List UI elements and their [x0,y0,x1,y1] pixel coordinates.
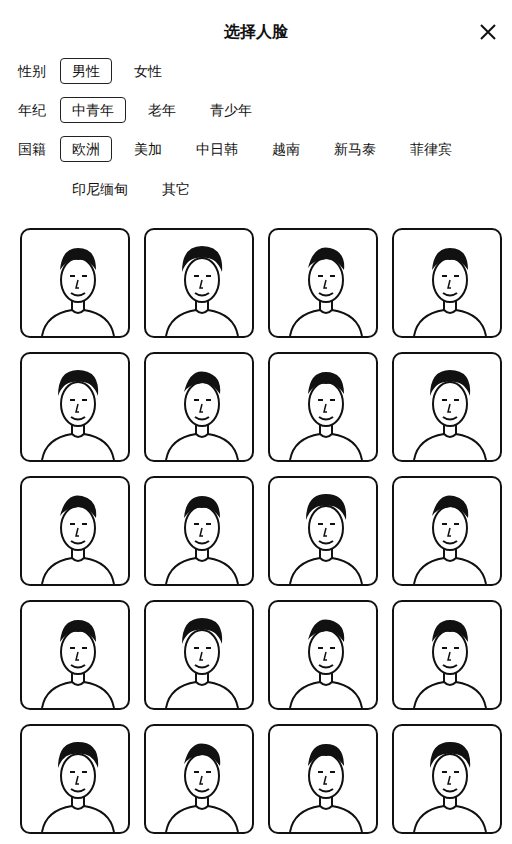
face-photo-icon [22,602,128,708]
filter-option[interactable]: 其它 [150,176,202,202]
face-card[interactable] [144,600,254,710]
filter-option[interactable]: 新马泰 [322,136,388,162]
face-picker-dialog: 选择人脸性别男性女性年纪中青年老年青少年国籍欧洲美加中日韩越南新马泰菲律宾印尼缅… [0,0,512,844]
face-card[interactable] [144,724,254,834]
filter-option[interactable]: 老年 [136,97,188,123]
face-photo-icon [394,478,500,584]
face-card[interactable] [268,476,378,586]
face-photo-icon [270,230,376,336]
filter-label: 国籍 [18,136,60,162]
filter-option[interactable]: 男性 [60,58,112,84]
filter-row: 国籍欧洲美加中日韩越南新马泰菲律宾印尼缅甸其它 [18,136,502,202]
face-photo-icon [270,478,376,584]
face-card[interactable] [392,600,502,710]
filter-option[interactable]: 越南 [260,136,312,162]
face-card[interactable] [392,352,502,462]
face-card[interactable] [268,352,378,462]
face-card[interactable] [20,724,130,834]
face-photo-icon [270,726,376,832]
face-card[interactable] [144,352,254,462]
face-photo-icon [394,602,500,708]
face-photo-icon [146,354,252,460]
face-photo-icon [270,354,376,460]
filter-row: 年纪中青年老年青少年 [18,97,502,123]
face-photo-icon [270,602,376,708]
face-photo-icon [394,726,500,832]
face-photo-icon [22,478,128,584]
face-card[interactable] [392,228,502,338]
face-card[interactable] [20,228,130,338]
face-photo-icon [146,478,252,584]
face-card[interactable] [144,476,254,586]
filter-panel: 性别男性女性年纪中青年老年青少年国籍欧洲美加中日韩越南新马泰菲律宾印尼缅甸其它 [0,44,512,202]
face-photo-icon [394,230,500,336]
filter-option[interactable]: 中青年 [60,97,126,123]
face-card[interactable] [268,600,378,710]
face-photo-icon [146,602,252,708]
face-grid [0,202,512,834]
filter-options: 中青年老年青少年 [60,97,502,123]
filter-option[interactable]: 女性 [122,58,174,84]
filter-option[interactable]: 青少年 [198,97,264,123]
face-card[interactable] [268,228,378,338]
face-photo-icon [146,230,252,336]
face-card[interactable] [268,724,378,834]
face-card[interactable] [20,352,130,462]
face-photo-icon [394,354,500,460]
dialog-header: 选择人脸 [0,0,512,44]
face-photo-icon [146,726,252,832]
filter-option[interactable]: 美加 [122,136,174,162]
face-card[interactable] [20,600,130,710]
filter-label: 年纪 [18,97,60,123]
filter-options: 男性女性 [60,58,502,84]
face-card[interactable] [144,228,254,338]
face-photo-icon [22,354,128,460]
filter-options: 欧洲美加中日韩越南新马泰菲律宾印尼缅甸其它 [60,136,502,202]
filter-option[interactable]: 中日韩 [184,136,250,162]
filter-option[interactable]: 印尼缅甸 [60,176,140,202]
filter-option[interactable]: 欧洲 [60,136,112,162]
close-icon [479,23,497,41]
face-card[interactable] [20,476,130,586]
face-photo-icon [22,726,128,832]
filter-option[interactable]: 菲律宾 [398,136,464,162]
filter-row: 性别男性女性 [18,58,502,84]
dialog-title: 选择人脸 [224,20,288,44]
face-card[interactable] [392,476,502,586]
face-card[interactable] [392,724,502,834]
close-button[interactable] [476,20,500,44]
face-photo-icon [22,230,128,336]
filter-label: 性别 [18,58,60,84]
